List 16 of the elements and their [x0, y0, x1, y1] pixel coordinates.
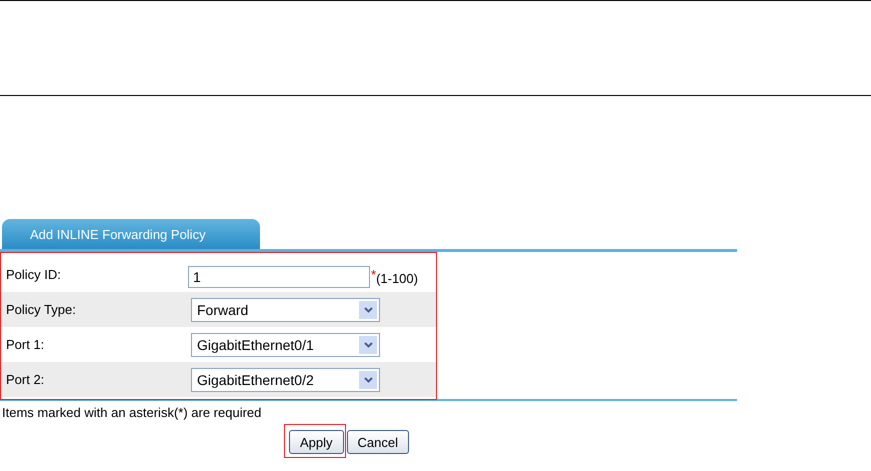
dropdown[interactable]: GigabitEthernet0/1 — [191, 332, 380, 356]
dropdown[interactable]: GigabitEthernet0/2 — [191, 368, 380, 392]
input-field[interactable]: 1 — [188, 266, 370, 288]
caret-icon — [359, 300, 377, 318]
required-mark: * — [371, 266, 376, 282]
field-label: Policy Type: — [6, 302, 77, 317]
button[interactable]: Cancel — [346, 430, 409, 454]
dropdown[interactable]: Forward — [191, 298, 380, 322]
caret-icon — [359, 336, 377, 354]
range-hint: (1-100) — [376, 270, 418, 286]
field-label: Policy ID: — [6, 266, 62, 282]
field-label: Port 2: — [6, 372, 46, 387]
caret-icon — [359, 370, 377, 388]
required-note: Items marked with an asterisk(*) are required — [1, 404, 262, 420]
button[interactable]: Apply — [289, 430, 344, 454]
field-label: Port 1: — [6, 337, 46, 352]
